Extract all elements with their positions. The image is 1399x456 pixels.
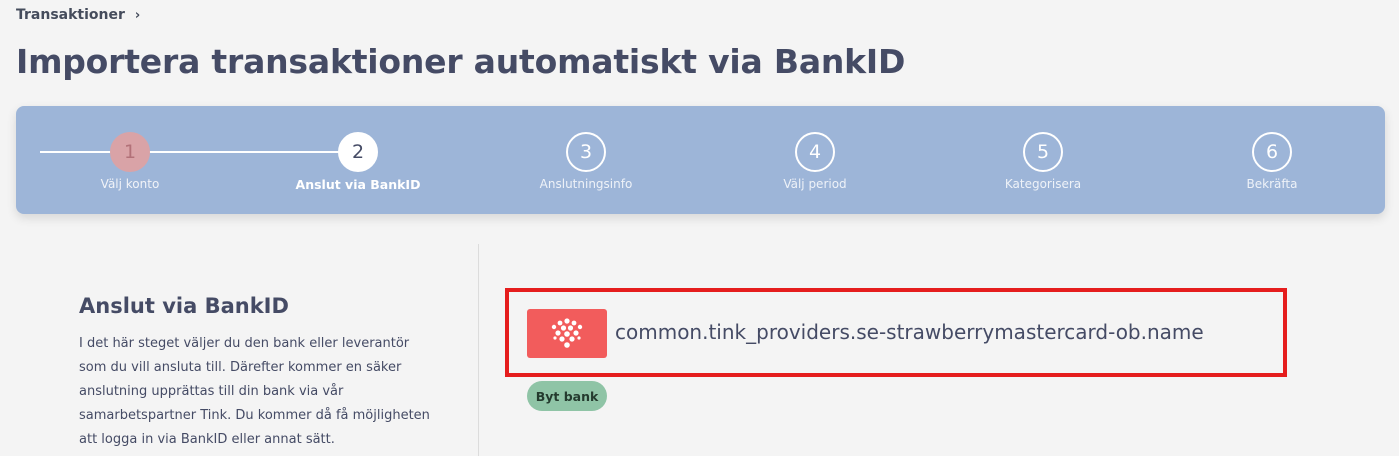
strawberry-logo-icon bbox=[527, 309, 607, 358]
step-number-badge: 2 bbox=[338, 132, 378, 172]
breadcrumb: Transaktioner › bbox=[16, 7, 140, 23]
selected-bank-card: common.tink_providers.se-strawberrymaste… bbox=[505, 288, 1287, 377]
step-label: Anslut via BankID bbox=[295, 177, 421, 192]
step-label: Anslutningsinfo bbox=[539, 177, 633, 191]
step-number-badge: 3 bbox=[566, 132, 606, 172]
step-label: Välj konto bbox=[100, 177, 160, 191]
step-number-badge: 6 bbox=[1252, 132, 1292, 172]
progress-stepper: 1 Välj konto 2 Anslut via BankID 3 Anslu… bbox=[16, 106, 1385, 214]
section-title: Anslut via BankID bbox=[79, 294, 289, 318]
step-kategorisera: 5 Kategorisera bbox=[943, 132, 1143, 191]
bank-name: common.tink_providers.se-strawberrymaste… bbox=[615, 320, 1204, 344]
step-valj-konto[interactable]: 1 Välj konto bbox=[30, 132, 230, 191]
step-anslutningsinfo: 3 Anslutningsinfo bbox=[486, 132, 686, 191]
chevron-right-icon: › bbox=[134, 7, 141, 23]
step-number-badge: 4 bbox=[795, 132, 835, 172]
strawberry-logo-graphic bbox=[551, 317, 583, 348]
step-bekrafta: 6 Bekräfta bbox=[1172, 132, 1372, 191]
step-label: Bekräfta bbox=[1246, 177, 1298, 191]
step-label: Kategorisera bbox=[1004, 177, 1082, 191]
breadcrumb-link-transaktioner[interactable]: Transaktioner bbox=[16, 7, 125, 23]
step-anslut-via-bankid: 2 Anslut via BankID bbox=[258, 132, 458, 192]
section-description: I det här steget väljer du den bank elle… bbox=[79, 336, 430, 447]
column-divider bbox=[478, 244, 479, 456]
change-bank-button[interactable]: Byt bank bbox=[527, 381, 607, 411]
step-number-badge: 5 bbox=[1023, 132, 1063, 172]
page-title: Importera transaktioner automatiskt via … bbox=[16, 42, 906, 81]
step-valj-period: 4 Välj period bbox=[715, 132, 915, 191]
step-label: Välj period bbox=[783, 177, 847, 191]
step-number-badge: 1 bbox=[110, 132, 150, 172]
